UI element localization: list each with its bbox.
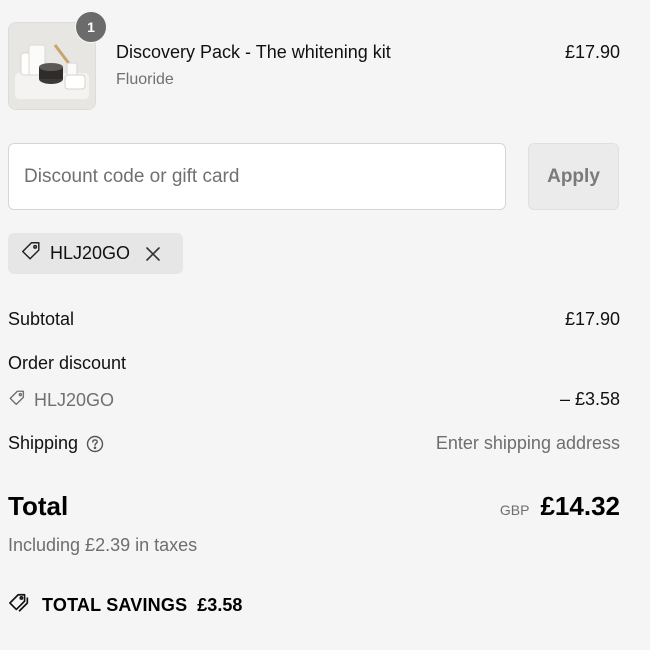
total-savings: TOTAL SAVINGS £3.58 bbox=[8, 592, 242, 619]
order-discount-code-text: HLJ20GO bbox=[34, 390, 115, 410]
order-discount-label: Order discount bbox=[8, 353, 127, 373]
product-variant: Fluoride bbox=[116, 71, 174, 88]
total-savings-label: TOTAL SAVINGS bbox=[42, 595, 188, 615]
tag-icon bbox=[8, 389, 26, 412]
applied-discount-chip: HLJ20GO bbox=[8, 233, 183, 274]
total-value: £14.32 bbox=[540, 491, 620, 521]
apply-button[interactable]: Apply bbox=[528, 143, 619, 210]
question-circle-icon[interactable] bbox=[86, 435, 104, 453]
subtotal-label: Subtotal bbox=[8, 309, 75, 329]
order-discount-value: – £3.58 bbox=[559, 389, 620, 409]
tags-icon bbox=[8, 592, 32, 619]
shipping-value: Enter shipping address bbox=[435, 433, 620, 453]
close-icon[interactable] bbox=[143, 244, 163, 264]
order-discount-code: HLJ20GO bbox=[8, 389, 114, 412]
tag-icon bbox=[20, 240, 42, 267]
total-amount: GBP £14.32 bbox=[500, 491, 620, 522]
product-price: £17.90 bbox=[564, 42, 620, 62]
applied-discount-code: HLJ20GO bbox=[50, 243, 131, 263]
shipping-label-row: Shipping bbox=[8, 433, 104, 454]
shipping-label: Shipping bbox=[8, 433, 79, 453]
total-label: Total bbox=[8, 491, 69, 521]
taxes-note: Including £2.39 in taxes bbox=[8, 535, 198, 555]
quantity-badge: 1 bbox=[75, 11, 107, 43]
product-title: Discovery Pack - The whitening kit bbox=[116, 42, 391, 62]
subtotal-value: £17.90 bbox=[564, 309, 620, 329]
total-savings-value: £3.58 bbox=[197, 595, 243, 615]
currency-code: GBP bbox=[499, 502, 530, 518]
discount-code-input[interactable] bbox=[8, 143, 506, 210]
